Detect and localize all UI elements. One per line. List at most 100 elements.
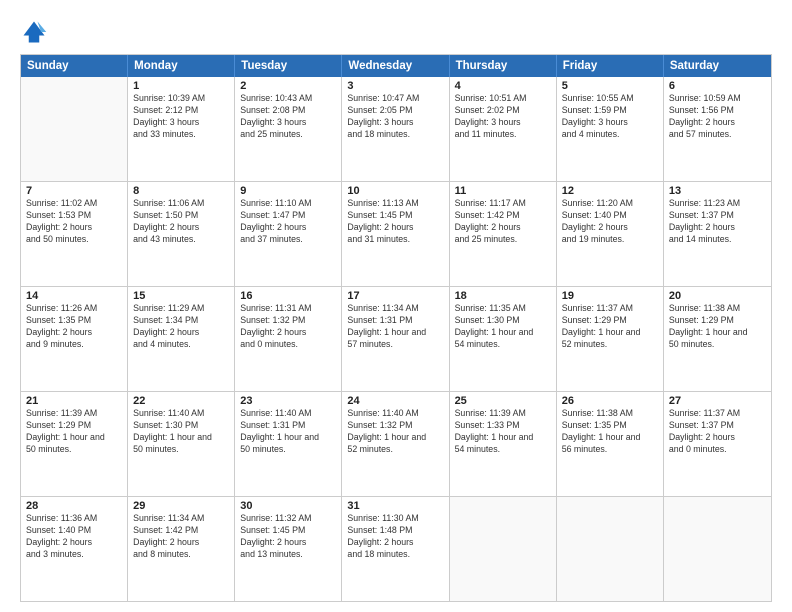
calendar-day-cell — [21, 77, 128, 181]
day-number: 12 — [562, 185, 658, 197]
calendar-week-row: 1Sunrise: 10:39 AM Sunset: 2:12 PM Dayli… — [21, 77, 771, 181]
calendar-day-cell — [557, 497, 664, 601]
day-info: Sunrise: 11:20 AM Sunset: 1:40 PM Daylig… — [562, 198, 658, 246]
header — [20, 18, 772, 46]
logo — [20, 18, 52, 46]
calendar-day-cell: 3Sunrise: 10:47 AM Sunset: 2:05 PM Dayli… — [342, 77, 449, 181]
day-number: 8 — [133, 185, 229, 197]
day-info: Sunrise: 11:23 AM Sunset: 1:37 PM Daylig… — [669, 198, 766, 246]
day-number: 29 — [133, 500, 229, 512]
calendar-header-day: Tuesday — [235, 55, 342, 77]
calendar-week-row: 14Sunrise: 11:26 AM Sunset: 1:35 PM Dayl… — [21, 286, 771, 391]
calendar-day-cell: 28Sunrise: 11:36 AM Sunset: 1:40 PM Dayl… — [21, 497, 128, 601]
calendar-header-day: Wednesday — [342, 55, 449, 77]
day-info: Sunrise: 11:34 AM Sunset: 1:42 PM Daylig… — [133, 513, 229, 561]
day-number: 13 — [669, 185, 766, 197]
day-number: 6 — [669, 80, 766, 92]
day-number: 1 — [133, 80, 229, 92]
day-number: 31 — [347, 500, 443, 512]
calendar-day-cell: 7Sunrise: 11:02 AM Sunset: 1:53 PM Dayli… — [21, 182, 128, 286]
calendar-header-day: Thursday — [450, 55, 557, 77]
day-number: 23 — [240, 395, 336, 407]
day-number: 25 — [455, 395, 551, 407]
calendar-day-cell — [450, 497, 557, 601]
day-number: 21 — [26, 395, 122, 407]
calendar-day-cell: 21Sunrise: 11:39 AM Sunset: 1:29 PM Dayl… — [21, 392, 128, 496]
day-info: Sunrise: 11:29 AM Sunset: 1:34 PM Daylig… — [133, 303, 229, 351]
day-info: Sunrise: 11:40 AM Sunset: 1:30 PM Daylig… — [133, 408, 229, 456]
day-info: Sunrise: 10:51 AM Sunset: 2:02 PM Daylig… — [455, 93, 551, 141]
day-info: Sunrise: 11:40 AM Sunset: 1:31 PM Daylig… — [240, 408, 336, 456]
day-info: Sunrise: 11:37 AM Sunset: 1:29 PM Daylig… — [562, 303, 658, 351]
calendar-day-cell: 20Sunrise: 11:38 AM Sunset: 1:29 PM Dayl… — [664, 287, 771, 391]
calendar-day-cell: 18Sunrise: 11:35 AM Sunset: 1:30 PM Dayl… — [450, 287, 557, 391]
day-info: Sunrise: 10:43 AM Sunset: 2:08 PM Daylig… — [240, 93, 336, 141]
day-number: 3 — [347, 80, 443, 92]
calendar-header-day: Sunday — [21, 55, 128, 77]
day-info: Sunrise: 11:06 AM Sunset: 1:50 PM Daylig… — [133, 198, 229, 246]
day-number: 5 — [562, 80, 658, 92]
calendar-day-cell: 24Sunrise: 11:40 AM Sunset: 1:32 PM Dayl… — [342, 392, 449, 496]
page: SundayMondayTuesdayWednesdayThursdayFrid… — [0, 0, 792, 612]
day-number: 11 — [455, 185, 551, 197]
calendar-day-cell: 27Sunrise: 11:37 AM Sunset: 1:37 PM Dayl… — [664, 392, 771, 496]
calendar-day-cell: 16Sunrise: 11:31 AM Sunset: 1:32 PM Dayl… — [235, 287, 342, 391]
calendar-day-cell: 23Sunrise: 11:40 AM Sunset: 1:31 PM Dayl… — [235, 392, 342, 496]
calendar-day-cell: 30Sunrise: 11:32 AM Sunset: 1:45 PM Dayl… — [235, 497, 342, 601]
calendar-week-row: 7Sunrise: 11:02 AM Sunset: 1:53 PM Dayli… — [21, 181, 771, 286]
day-number: 19 — [562, 290, 658, 302]
day-number: 27 — [669, 395, 766, 407]
day-info: Sunrise: 11:40 AM Sunset: 1:32 PM Daylig… — [347, 408, 443, 456]
day-info: Sunrise: 11:31 AM Sunset: 1:32 PM Daylig… — [240, 303, 336, 351]
calendar-day-cell: 22Sunrise: 11:40 AM Sunset: 1:30 PM Dayl… — [128, 392, 235, 496]
day-number: 20 — [669, 290, 766, 302]
day-number: 15 — [133, 290, 229, 302]
day-info: Sunrise: 11:35 AM Sunset: 1:30 PM Daylig… — [455, 303, 551, 351]
calendar-header: SundayMondayTuesdayWednesdayThursdayFrid… — [21, 55, 771, 77]
day-info: Sunrise: 11:38 AM Sunset: 1:29 PM Daylig… — [669, 303, 766, 351]
calendar-day-cell: 9Sunrise: 11:10 AM Sunset: 1:47 PM Dayli… — [235, 182, 342, 286]
day-number: 16 — [240, 290, 336, 302]
day-info: Sunrise: 11:13 AM Sunset: 1:45 PM Daylig… — [347, 198, 443, 246]
calendar-day-cell: 19Sunrise: 11:37 AM Sunset: 1:29 PM Dayl… — [557, 287, 664, 391]
day-info: Sunrise: 11:37 AM Sunset: 1:37 PM Daylig… — [669, 408, 766, 456]
calendar-day-cell: 29Sunrise: 11:34 AM Sunset: 1:42 PM Dayl… — [128, 497, 235, 601]
day-info: Sunrise: 11:34 AM Sunset: 1:31 PM Daylig… — [347, 303, 443, 351]
calendar-header-day: Monday — [128, 55, 235, 77]
calendar-day-cell: 11Sunrise: 11:17 AM Sunset: 1:42 PM Dayl… — [450, 182, 557, 286]
day-info: Sunrise: 11:10 AM Sunset: 1:47 PM Daylig… — [240, 198, 336, 246]
day-info: Sunrise: 11:17 AM Sunset: 1:42 PM Daylig… — [455, 198, 551, 246]
calendar-header-day: Friday — [557, 55, 664, 77]
day-number: 22 — [133, 395, 229, 407]
day-number: 9 — [240, 185, 336, 197]
day-info: Sunrise: 11:39 AM Sunset: 1:33 PM Daylig… — [455, 408, 551, 456]
calendar-week-row: 28Sunrise: 11:36 AM Sunset: 1:40 PM Dayl… — [21, 496, 771, 601]
calendar-day-cell: 14Sunrise: 11:26 AM Sunset: 1:35 PM Dayl… — [21, 287, 128, 391]
day-number: 30 — [240, 500, 336, 512]
calendar-day-cell: 25Sunrise: 11:39 AM Sunset: 1:33 PM Dayl… — [450, 392, 557, 496]
calendar-day-cell: 10Sunrise: 11:13 AM Sunset: 1:45 PM Dayl… — [342, 182, 449, 286]
day-number: 2 — [240, 80, 336, 92]
day-info: Sunrise: 10:55 AM Sunset: 1:59 PM Daylig… — [562, 93, 658, 141]
day-info: Sunrise: 11:38 AM Sunset: 1:35 PM Daylig… — [562, 408, 658, 456]
day-number: 24 — [347, 395, 443, 407]
day-number: 4 — [455, 80, 551, 92]
calendar-header-day: Saturday — [664, 55, 771, 77]
calendar-day-cell: 17Sunrise: 11:34 AM Sunset: 1:31 PM Dayl… — [342, 287, 449, 391]
day-number: 26 — [562, 395, 658, 407]
logo-icon — [20, 18, 48, 46]
day-info: Sunrise: 11:32 AM Sunset: 1:45 PM Daylig… — [240, 513, 336, 561]
day-info: Sunrise: 11:02 AM Sunset: 1:53 PM Daylig… — [26, 198, 122, 246]
calendar-day-cell: 13Sunrise: 11:23 AM Sunset: 1:37 PM Dayl… — [664, 182, 771, 286]
calendar-week-row: 21Sunrise: 11:39 AM Sunset: 1:29 PM Dayl… — [21, 391, 771, 496]
calendar-day-cell: 2Sunrise: 10:43 AM Sunset: 2:08 PM Dayli… — [235, 77, 342, 181]
calendar-day-cell: 1Sunrise: 10:39 AM Sunset: 2:12 PM Dayli… — [128, 77, 235, 181]
day-number: 7 — [26, 185, 122, 197]
day-number: 18 — [455, 290, 551, 302]
calendar-day-cell: 31Sunrise: 11:30 AM Sunset: 1:48 PM Dayl… — [342, 497, 449, 601]
day-number: 14 — [26, 290, 122, 302]
day-number: 28 — [26, 500, 122, 512]
day-info: Sunrise: 10:39 AM Sunset: 2:12 PM Daylig… — [133, 93, 229, 141]
calendar-day-cell: 26Sunrise: 11:38 AM Sunset: 1:35 PM Dayl… — [557, 392, 664, 496]
day-number: 10 — [347, 185, 443, 197]
